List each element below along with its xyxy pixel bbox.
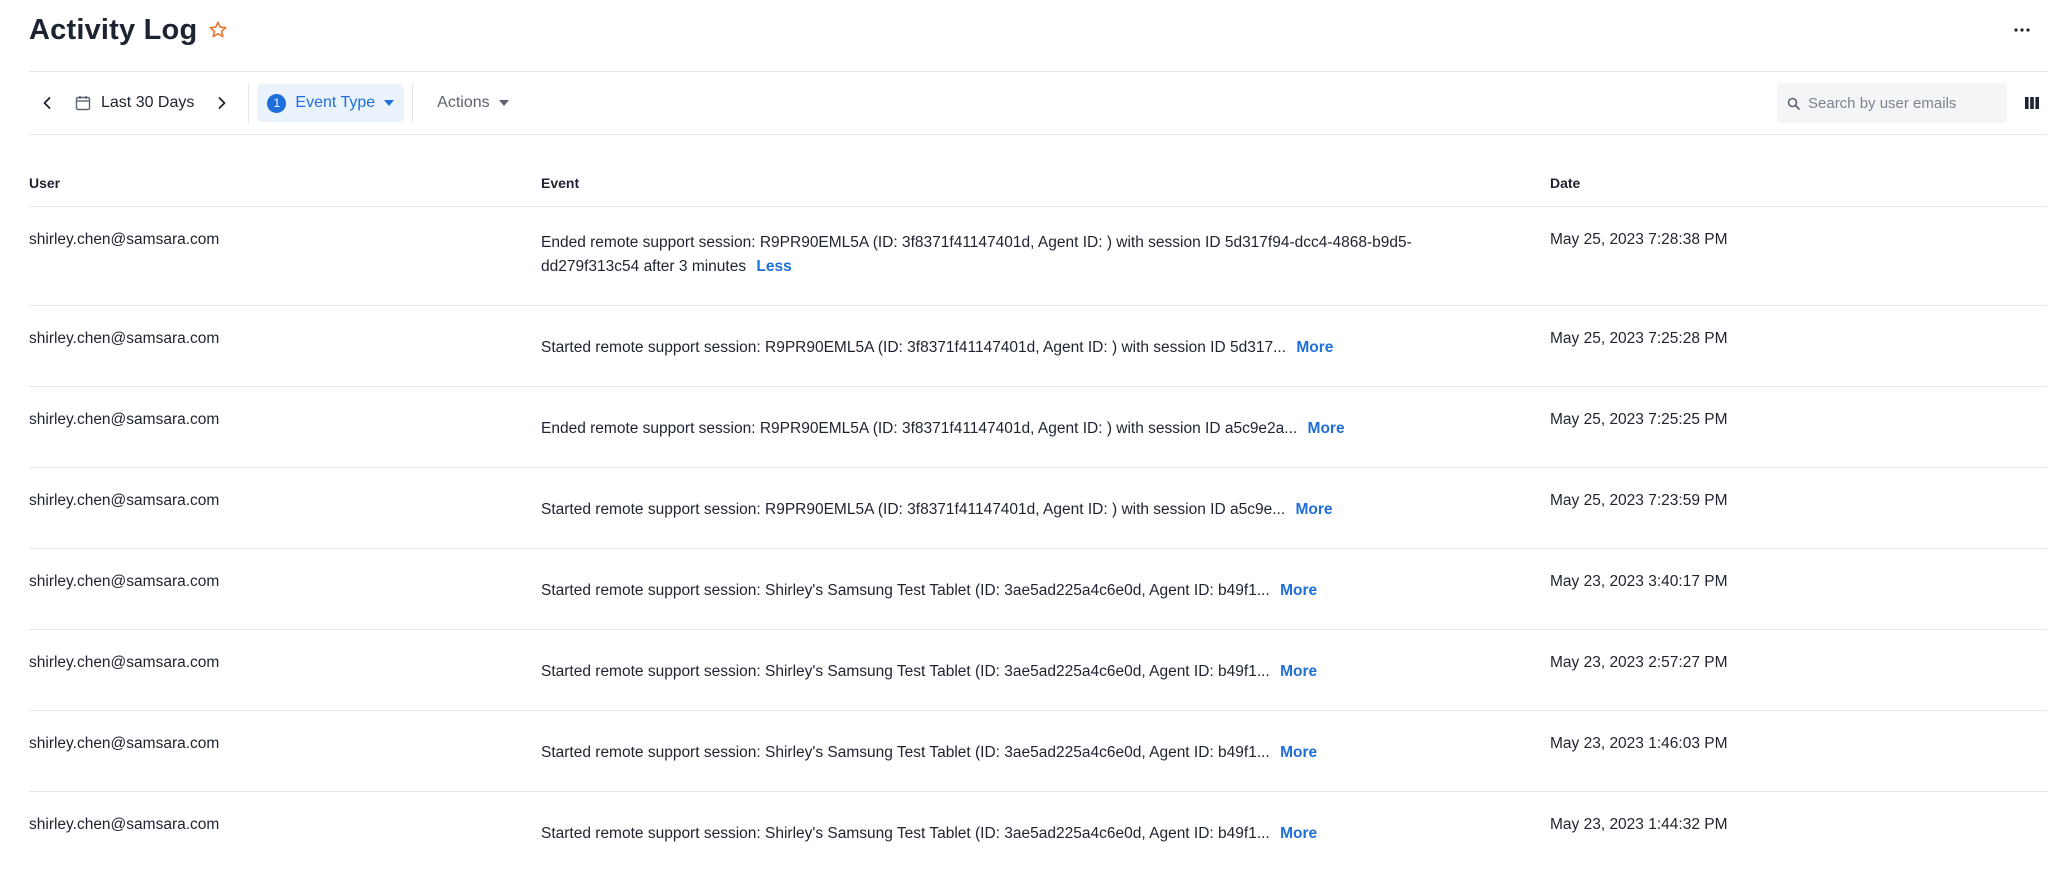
row-date: May 25, 2023 7:28:38 PM: [1550, 231, 1728, 248]
more-link[interactable]: More: [1280, 663, 1317, 680]
page-title: Activity Log: [29, 13, 198, 46]
toolbar-separator: [248, 83, 250, 123]
table-row: shirley.chen@samsara.com Started remote …: [29, 549, 2047, 630]
more-link[interactable]: More: [1280, 825, 1317, 842]
row-date: May 23, 2023 1:46:03 PM: [1550, 735, 1728, 752]
row-event: Started remote support session: Shirley'…: [541, 579, 1481, 603]
row-event: Started remote support session: Shirley'…: [541, 741, 1481, 765]
row-user: shirley.chen@samsara.com: [29, 654, 220, 671]
row-event: Started remote support session: Shirley'…: [541, 822, 1481, 846]
row-user: shirley.chen@samsara.com: [29, 411, 220, 428]
row-date: May 25, 2023 7:25:28 PM: [1550, 330, 1728, 347]
calendar-icon: [75, 95, 91, 111]
row-event-text: Started remote support session: Shirley'…: [541, 744, 1270, 761]
row-event-text: Ended remote support session: R9PR90EML5…: [541, 234, 1412, 275]
toolbar-divider: [29, 134, 2047, 135]
caret-down-icon: [498, 100, 509, 106]
row-event: Started remote support session: R9PR90EM…: [541, 336, 1481, 360]
actions-dropdown[interactable]: Actions: [421, 84, 524, 122]
column-header-user[interactable]: User: [29, 175, 60, 191]
row-user: shirley.chen@samsara.com: [29, 330, 220, 347]
star-icon[interactable]: [208, 20, 228, 40]
event-type-label: Event Type: [295, 94, 376, 111]
row-event: Ended remote support session: R9PR90EML5…: [541, 231, 1481, 279]
search-icon: [1787, 97, 1800, 110]
activity-table: User Event Date shirley.chen@samsara.com…: [29, 170, 2047, 873]
actions-label: Actions: [437, 94, 490, 111]
row-event-text: Started remote support session: R9PR90EM…: [541, 501, 1286, 518]
filter-count-badge: 1: [267, 93, 287, 113]
row-date: May 25, 2023 7:23:59 PM: [1550, 492, 1728, 509]
search-box: [1777, 83, 2007, 123]
row-event-text: Ended remote support session: R9PR90EML5…: [541, 420, 1298, 437]
table-row: shirley.chen@samsara.com Ended remote su…: [29, 387, 2047, 468]
row-date: May 23, 2023 1:44:32 PM: [1550, 816, 1728, 833]
row-event-text: Started remote support session: Shirley'…: [541, 825, 1270, 842]
row-event: Started remote support session: R9PR90EM…: [541, 498, 1481, 522]
toolbar-separator: [412, 83, 414, 123]
more-link[interactable]: More: [1280, 744, 1317, 761]
more-link[interactable]: More: [1296, 339, 1333, 356]
more-link[interactable]: More: [1280, 582, 1317, 599]
row-event-text: Started remote support session: Shirley'…: [541, 663, 1270, 680]
column-header-date[interactable]: Date: [1550, 175, 1580, 191]
row-user: shirley.chen@samsara.com: [29, 573, 220, 590]
chevron-right-icon[interactable]: [204, 85, 240, 121]
row-date: May 23, 2023 3:40:17 PM: [1550, 573, 1728, 590]
row-date: May 23, 2023 2:57:27 PM: [1550, 654, 1728, 671]
table-row: shirley.chen@samsara.com Ended remote su…: [29, 207, 2047, 306]
filter-toolbar: Last 30 Days 1 Event Type Actions: [29, 80, 2047, 126]
row-user: shirley.chen@samsara.com: [29, 492, 220, 509]
row-event-text: Started remote support session: Shirley'…: [541, 582, 1270, 599]
date-range-picker[interactable]: Last 30 Days: [65, 85, 204, 121]
more-link[interactable]: More: [1295, 501, 1332, 518]
table-row: shirley.chen@samsara.com Started remote …: [29, 792, 2047, 873]
page-header: Activity Log: [29, 8, 2034, 52]
column-header-event[interactable]: Event: [541, 175, 579, 191]
more-options-icon[interactable]: [2010, 18, 2034, 42]
activity-log-page: Activity Log Last 30 Days 1 Event Type A…: [0, 0, 2063, 874]
row-user: shirley.chen@samsara.com: [29, 816, 220, 833]
row-date: May 25, 2023 7:25:25 PM: [1550, 411, 1728, 428]
table-row: shirley.chen@samsara.com Started remote …: [29, 711, 2047, 792]
row-event: Ended remote support session: R9PR90EML5…: [541, 417, 1481, 441]
caret-down-icon: [384, 100, 395, 106]
table-header: User Event Date: [29, 170, 2047, 207]
search-input[interactable]: [1808, 94, 1998, 112]
header-divider: [29, 71, 2047, 72]
row-user: shirley.chen@samsara.com: [29, 231, 220, 248]
table-row: shirley.chen@samsara.com Started remote …: [29, 630, 2047, 711]
chevron-left-icon[interactable]: [29, 85, 65, 121]
columns-icon[interactable]: [2021, 92, 2043, 114]
less-link[interactable]: Less: [756, 258, 791, 275]
row-event: Started remote support session: Shirley'…: [541, 660, 1481, 684]
table-row: shirley.chen@samsara.com Started remote …: [29, 468, 2047, 549]
row-event-text: Started remote support session: R9PR90EM…: [541, 339, 1286, 356]
event-type-filter[interactable]: 1 Event Type: [257, 84, 405, 122]
date-range-label: Last 30 Days: [101, 94, 195, 111]
table-row: shirley.chen@samsara.com Started remote …: [29, 306, 2047, 387]
row-user: shirley.chen@samsara.com: [29, 735, 220, 752]
more-link[interactable]: More: [1308, 420, 1345, 437]
